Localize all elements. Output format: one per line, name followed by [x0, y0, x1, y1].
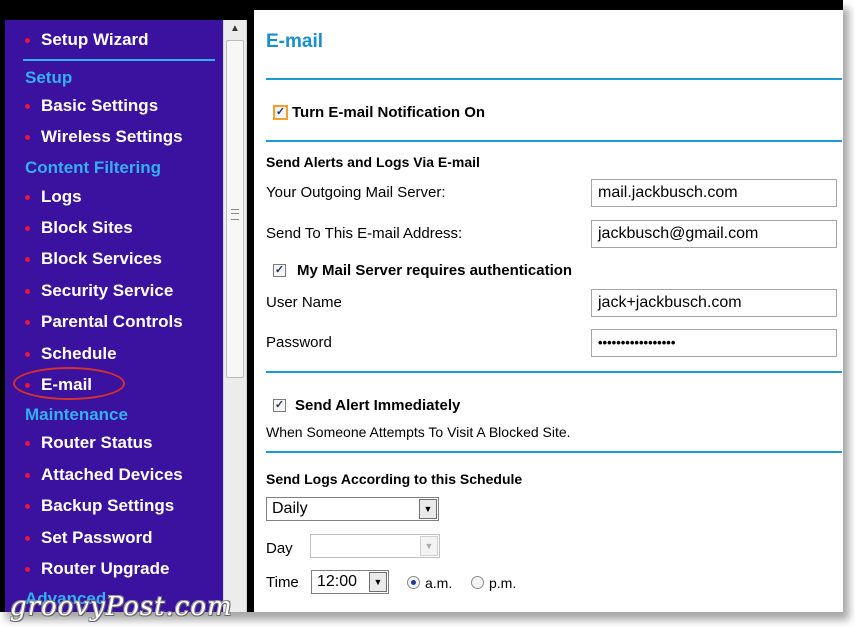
sidebar-heading-maintenance: Maintenance [25, 405, 128, 424]
sidebar-heading-content-filtering: Content Filtering [25, 158, 161, 177]
bullet-icon [25, 536, 30, 541]
schedule-heading: Send Logs According to this Schedule [266, 471, 523, 487]
sidebar-item-label: Set Password [41, 528, 153, 547]
scrollbar-thumb[interactable] [226, 40, 244, 378]
sidebar-item-label: Logs [41, 187, 82, 206]
divider [266, 78, 842, 80]
bullet-icon [25, 226, 30, 231]
sidebar-item-label: Block Sites [41, 218, 133, 237]
username-input[interactable]: jack+jackbusch.com [591, 289, 837, 317]
sidebar-heading-setup: Setup [25, 68, 73, 87]
pm-label: p.m. [489, 575, 517, 591]
outgoing-server-label: Your Outgoing Mail Server: [266, 184, 446, 201]
sidebar-item-label: Security Service [41, 281, 174, 300]
sidebar-nav: Setup Wizard Setup Basic Settings Wirele… [5, 20, 223, 612]
alert-description: When Someone Attempts To Visit A Blocked… [266, 424, 571, 440]
divider [266, 371, 842, 373]
sidebar-item-label: Backup Settings [41, 496, 175, 515]
chevron-down-icon: ▼ [369, 572, 387, 592]
bullet-icon [25, 289, 30, 294]
divider [23, 59, 215, 61]
sidebar-item-label: Block Services [41, 249, 162, 268]
send-alert-immediately-label: Send Alert Immediately [295, 397, 461, 414]
time-select[interactable]: 12:00 ▼ [311, 570, 389, 594]
sidebar-item-label: Parental Controls [41, 312, 183, 331]
time-label: Time [266, 574, 299, 591]
bullet-icon [25, 567, 30, 572]
sidebar-item-label: Router Status [41, 433, 153, 452]
send-to-email-input[interactable]: jackbusch@gmail.com [591, 220, 837, 248]
send-alert-immediately-checkbox[interactable]: ✓ [273, 399, 286, 412]
bullet-icon [25, 504, 30, 509]
page-title: E-mail [266, 31, 324, 52]
bullet-icon [25, 135, 30, 140]
grip-icon [231, 209, 239, 220]
day-label: Day [266, 540, 293, 557]
am-radio[interactable] [407, 576, 420, 589]
divider [266, 451, 842, 453]
alerts-heading: Send Alerts and Logs Via E-mail [266, 154, 480, 170]
sidebar-item-label: Schedule [41, 344, 117, 363]
outgoing-server-input[interactable]: mail.jackbusch.com [591, 179, 837, 207]
bullet-icon [25, 257, 30, 262]
sidebar-item-label: Setup Wizard [41, 30, 149, 49]
sidebar-item-label: Basic Settings [41, 96, 159, 115]
turn-on-checkbox[interactable]: ✓ [273, 105, 288, 120]
highlight-circle [13, 367, 125, 400]
watermark: groovyPost.com [10, 592, 233, 622]
username-label: User Name [266, 294, 342, 311]
auth-label: My Mail Server requires authentication [297, 262, 573, 279]
bullet-icon [25, 352, 30, 357]
turn-on-label: Turn E-mail Notification On [292, 104, 486, 121]
bullet-icon [25, 473, 30, 478]
sidebar-item-label: Wireless Settings [41, 127, 183, 146]
schedule-select-value: Daily [272, 500, 308, 517]
schedule-select[interactable]: Daily ▼ [266, 497, 439, 521]
sidebar-item-label: Attached Devices [41, 465, 183, 484]
divider [266, 140, 842, 142]
bullet-icon [25, 441, 30, 446]
bullet-icon [25, 320, 30, 325]
bullet-icon [25, 195, 30, 200]
bullet-icon [25, 104, 30, 109]
chevron-down-icon: ▼ [420, 536, 438, 556]
password-input[interactable]: ••••••••••••••••• [591, 329, 837, 357]
sidebar-scrollbar[interactable]: ▲ [223, 20, 247, 612]
send-to-label: Send To This E-mail Address: [266, 225, 463, 242]
day-select[interactable]: ▼ [310, 534, 440, 558]
am-label: a.m. [425, 575, 453, 591]
chevron-down-icon: ▼ [419, 499, 437, 519]
pm-radio[interactable] [471, 576, 484, 589]
auth-checkbox[interactable]: ✓ [273, 264, 286, 277]
scroll-up-arrow-icon[interactable]: ▲ [224, 20, 246, 38]
email-settings-panel: E-mail ✓ Turn E-mail Notification On Sen… [254, 10, 843, 612]
sidebar-item-label: Router Upgrade [41, 559, 170, 578]
password-label: Password [266, 334, 332, 351]
time-select-value: 12:00 [317, 573, 358, 590]
bullet-icon [25, 38, 30, 43]
